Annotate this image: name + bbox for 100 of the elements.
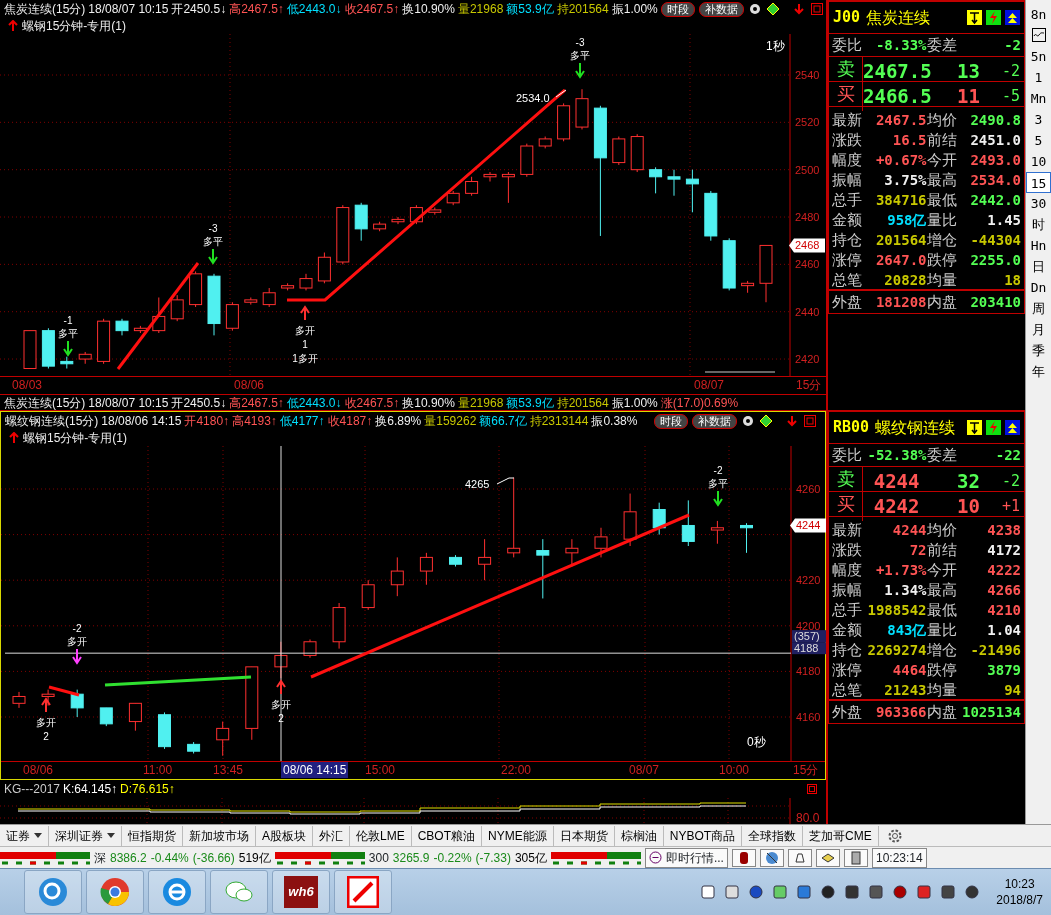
gear-icon[interactable] (741, 414, 755, 428)
market-tab[interactable]: 全球指数 (742, 825, 804, 846)
up-arrows-icon[interactable] (1005, 10, 1020, 25)
quote-field: 开2450.5↓ (171, 394, 227, 411)
market-tab[interactable]: 新加坡市场 (183, 825, 256, 846)
period-tab[interactable]: 日 (1026, 256, 1051, 277)
instrument-name: 螺纹钢连续 (875, 417, 956, 438)
clock-time: 10:23:14 (871, 847, 927, 868)
stat-value: 4244 (891, 520, 927, 540)
index-value: -0.22% (433, 849, 472, 867)
period-tab[interactable]: 月 (1026, 319, 1051, 340)
period-tab[interactable]: 8n (1026, 4, 1051, 25)
period-tab[interactable]: 周 (1026, 298, 1051, 319)
stat-value: 2255.0 (969, 250, 1021, 270)
time-range-button[interactable]: 补数据 (698, 1, 744, 17)
price-tag: 2468 (789, 238, 825, 253)
t-icon[interactable] (967, 420, 982, 435)
caret-icon[interactable] (107, 832, 115, 839)
stat-value: 2534.0 (969, 170, 1021, 190)
stat-label: 均价 (926, 110, 958, 130)
stat-label: 均量 (926, 270, 958, 290)
index-value: 305亿 (514, 849, 547, 867)
signal-label: -3 (208, 223, 218, 234)
market-tab[interactable]: NYBOT商品 (663, 825, 743, 846)
period-tab[interactable]: 1 (1026, 67, 1051, 88)
pen-app-icon[interactable] (347, 876, 379, 908)
diamond-icon[interactable] (759, 414, 773, 428)
wh6-app-button[interactable]: wh6 (284, 876, 318, 908)
stat-value: -52.38% (866, 445, 927, 465)
market-tab[interactable]: 日本期货 (553, 825, 615, 846)
down-arrow-icon (713, 490, 723, 507)
period-tab[interactable]: 10 (1026, 151, 1051, 172)
market-tab[interactable]: 恒指期货 (122, 825, 183, 846)
market-tab[interactable]: 棕榈油 (614, 825, 664, 846)
market-tab[interactable]: 证券 (0, 825, 49, 846)
period-tab[interactable]: 15 (1026, 172, 1051, 193)
axis-label: 08/06 (23, 762, 54, 778)
stat-label: 量比 (926, 620, 958, 640)
period-tab[interactable]: 3 (1026, 109, 1051, 130)
settings-icon[interactable] (886, 827, 903, 844)
t-icon[interactable] (967, 10, 982, 25)
time-range-button[interactable]: 时段 (654, 413, 688, 429)
up-arrows-icon[interactable] (1005, 420, 1020, 435)
globe-icon[interactable] (763, 849, 780, 866)
stat-label: 内盘 (926, 702, 958, 722)
stat-value: 94 (1003, 680, 1021, 700)
stat-label: 总手 (832, 190, 863, 210)
realtime-quote-button[interactable]: 即时行情... (644, 847, 728, 868)
period-tab[interactable]: 年 (1026, 361, 1051, 382)
study-label: 螺钢15分钟-专用(1) (23, 430, 127, 446)
time-range-button[interactable]: 补数据 (692, 413, 737, 429)
candlestick (557, 102, 571, 142)
period-tab[interactable]: Hn (1026, 235, 1051, 256)
period-tab[interactable]: 5n (1026, 46, 1051, 67)
market-tab[interactable]: 外汇 (313, 825, 350, 846)
stat-value: 16.5 (891, 130, 927, 150)
stat-label: 外盘 (832, 702, 863, 722)
stat-label: 幅度 (832, 150, 863, 170)
market-tab[interactable]: 深圳证券 (49, 825, 122, 846)
period-tab[interactable]: 季 (1026, 340, 1051, 361)
candlestick (446, 190, 460, 206)
candlestick (630, 133, 644, 173)
axis-label: 15分 (796, 377, 822, 393)
window-icon[interactable] (806, 783, 818, 795)
candlestick (299, 273, 313, 291)
time-range-button[interactable]: 时段 (660, 1, 695, 17)
signal-label: 多开 (36, 717, 56, 728)
window-icon[interactable] (803, 414, 817, 428)
candlestick (538, 136, 552, 149)
browser-icon[interactable] (99, 876, 131, 908)
gear-icon[interactable] (747, 2, 762, 16)
market-tab[interactable]: NYME能源 (482, 825, 554, 846)
diamond-icon[interactable] (765, 2, 780, 16)
market-tab[interactable]: 芝加哥CME (803, 825, 879, 846)
stat-label: 前结 (926, 540, 958, 560)
crosshair-price-tag: 4188 (792, 642, 826, 655)
period-tab[interactable]: Mn (1026, 88, 1051, 109)
period-tab[interactable]: 5 (1026, 130, 1051, 151)
candlestick (391, 216, 405, 225)
signal-label: 多平 (570, 50, 590, 61)
down-arrow-icon[interactable] (791, 2, 806, 16)
down-arrow-icon[interactable] (785, 414, 799, 428)
quote-field: 高2467.5↑ (229, 394, 284, 411)
market-tab[interactable]: A股板块 (256, 825, 313, 846)
market-tab[interactable]: CBOT粮油 (411, 825, 483, 846)
order-change: -2 (1000, 471, 1021, 492)
axis-label: 08/07 (694, 377, 725, 393)
axis-label: 4180 (796, 665, 821, 678)
candlestick (115, 318, 129, 336)
signal-label: 多平 (203, 236, 223, 247)
window-icon[interactable] (809, 2, 824, 16)
period-tab[interactable]: Dn (1026, 277, 1051, 298)
index-value: 519亿 (238, 849, 271, 867)
candlestick (419, 552, 433, 586)
candlestick (685, 169, 699, 213)
period-tab[interactable]: 时 (1026, 214, 1051, 235)
caret-icon[interactable] (34, 832, 42, 839)
stat-label: 涨停 (832, 250, 863, 270)
period-tab[interactable]: 30 (1026, 193, 1051, 214)
market-tab[interactable]: 伦敦LME (350, 825, 412, 846)
